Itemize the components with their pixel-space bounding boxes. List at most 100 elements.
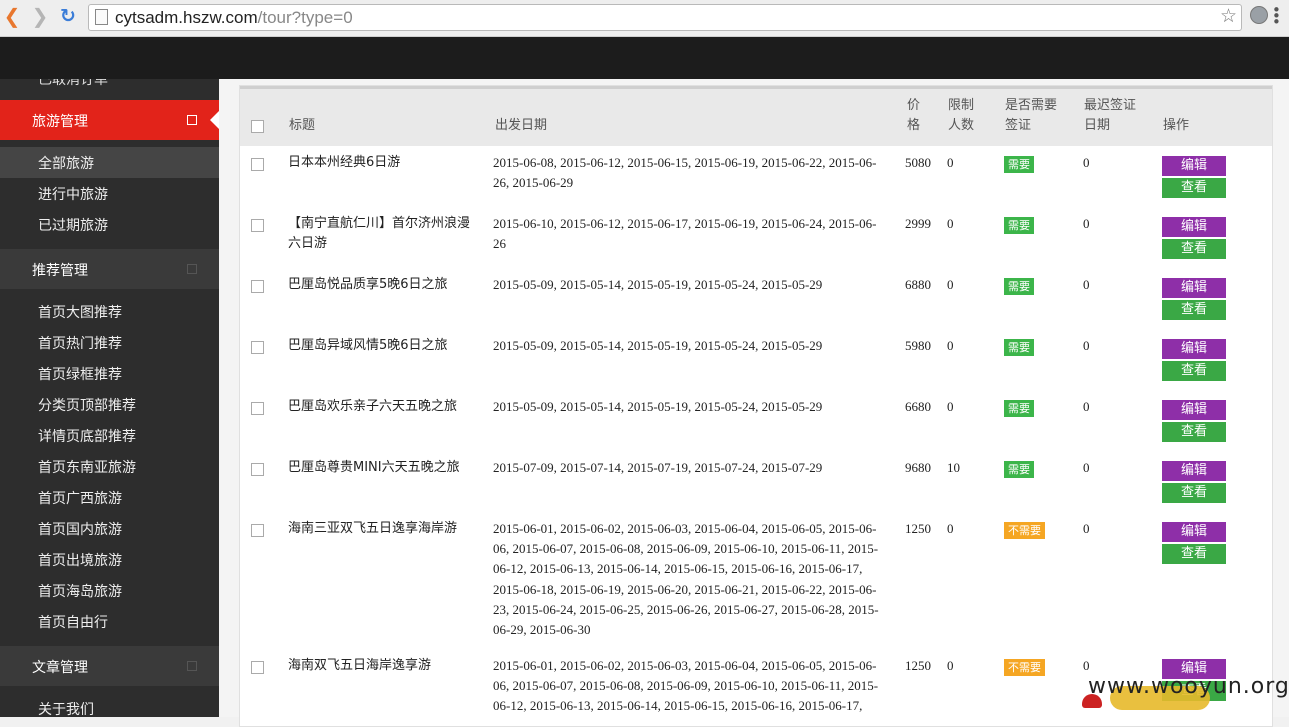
sidebar-item-expired-tours[interactable]: 已过期旅游 bbox=[0, 209, 219, 240]
row-checkbox[interactable] bbox=[251, 219, 264, 232]
sidebar-item-about[interactable]: 关于我们 bbox=[0, 693, 219, 717]
tour-table: 标题 出发日期 价格 限制 人数 是否需要 签证 最迟签证 日期 操作 日本本州经典6… bbox=[239, 85, 1273, 727]
sidebar-item-home-hot[interactable]: 首页热门推荐 bbox=[0, 327, 219, 358]
sidebar-item-home-banner[interactable]: 首页大图推荐 bbox=[0, 296, 219, 327]
row-title: 日本本州经典6日游 bbox=[288, 155, 401, 170]
admin-header-bar bbox=[0, 37, 1289, 79]
table-row: 日本本州经典6日游 2015-06-08, 2015-06-12, 2015-0… bbox=[240, 146, 1272, 208]
row-checkbox[interactable] bbox=[251, 402, 264, 415]
select-all-checkbox[interactable] bbox=[251, 120, 264, 133]
view-button[interactable]: 查看 bbox=[1162, 422, 1226, 442]
reload-icon[interactable]: ↻ bbox=[58, 6, 78, 26]
row-price: 6880 bbox=[905, 277, 931, 292]
row-dates: 2015-06-10, 2015-06-12, 2015-06-17, 2015… bbox=[493, 216, 877, 252]
sidebar-item-home-guangxi[interactable]: 首页广西旅游 bbox=[0, 482, 219, 513]
sidebar-item-home-island[interactable]: 首页海岛旅游 bbox=[0, 575, 219, 606]
sidebar-item-home-sea[interactable]: 首页东南亚旅游 bbox=[0, 451, 219, 482]
edit-button[interactable]: 编辑 bbox=[1162, 339, 1226, 359]
view-button[interactable]: 查看 bbox=[1162, 483, 1226, 503]
row-last-visa-date: 0 bbox=[1083, 216, 1090, 231]
edit-button[interactable]: 编辑 bbox=[1162, 278, 1226, 298]
watermark-text: www.wooyun.org bbox=[1088, 674, 1289, 699]
row-checkbox[interactable] bbox=[251, 661, 264, 674]
row-last-visa-date: 0 bbox=[1083, 460, 1090, 475]
sidebar-item-all-tours[interactable]: 全部旅游 bbox=[0, 147, 219, 178]
row-price: 6680 bbox=[905, 399, 931, 414]
row-checkbox[interactable] bbox=[251, 280, 264, 293]
edit-button[interactable]: 编辑 bbox=[1162, 217, 1226, 237]
sidebar-section-tour[interactable]: 旅游管理 bbox=[0, 100, 219, 140]
sidebar-section-recommend[interactable]: 推荐管理 bbox=[0, 249, 219, 289]
row-last-visa-date: 0 bbox=[1083, 399, 1090, 414]
sidebar-item-cancelled-orders[interactable]: 已取消订单 bbox=[38, 79, 108, 89]
visa-badge: 不需要 bbox=[1004, 522, 1045, 539]
sidebar-item-home-outbound[interactable]: 首页出境旅游 bbox=[0, 544, 219, 575]
row-checkbox[interactable] bbox=[251, 463, 264, 476]
row-title: 【南宁直航仁川】首尔济州浪漫六日游 bbox=[288, 216, 471, 251]
row-limit: 0 bbox=[947, 521, 954, 536]
table-header: 标题 出发日期 价格 限制 人数 是否需要 签证 最迟签证 日期 操作 bbox=[240, 86, 1272, 146]
sidebar-section-label: 文章管理 bbox=[32, 660, 88, 676]
edit-button[interactable]: 编辑 bbox=[1162, 400, 1226, 420]
row-limit: 0 bbox=[947, 277, 954, 292]
main-content: 标题 出发日期 价格 限制 人数 是否需要 签证 最迟签证 日期 操作 日本本州经典6… bbox=[219, 79, 1289, 727]
view-button[interactable]: 查看 bbox=[1162, 178, 1226, 198]
row-limit: 0 bbox=[947, 338, 954, 353]
row-price: 1250 bbox=[905, 521, 931, 536]
header-price: 价格 bbox=[907, 98, 921, 133]
row-price: 2999 bbox=[905, 216, 931, 231]
row-last-visa-date: 0 bbox=[1083, 521, 1090, 536]
row-limit: 10 bbox=[947, 460, 960, 475]
edit-button[interactable]: 编辑 bbox=[1162, 522, 1226, 542]
row-checkbox[interactable] bbox=[251, 158, 264, 171]
sidebar-item-home-green[interactable]: 首页绿框推荐 bbox=[0, 358, 219, 389]
sidebar-section-label: 旅游管理 bbox=[32, 114, 88, 130]
row-price: 9680 bbox=[905, 460, 931, 475]
sidebar-section-label: 推荐管理 bbox=[32, 263, 88, 279]
view-button[interactable]: 查看 bbox=[1162, 300, 1226, 320]
table-row: 巴厘岛悦品质享5晚6日之旅 2015-05-09, 2015-05-14, 20… bbox=[240, 268, 1272, 330]
row-title: 巴厘岛悦品质享5晚6日之旅 bbox=[288, 277, 448, 292]
row-limit: 0 bbox=[947, 216, 954, 231]
row-checkbox[interactable] bbox=[251, 524, 264, 537]
row-checkbox[interactable] bbox=[251, 341, 264, 354]
collapse-square-icon bbox=[187, 115, 197, 125]
page-icon bbox=[95, 9, 108, 25]
header-visa: 是否需要 签证 bbox=[1005, 98, 1058, 133]
visa-badge: 需要 bbox=[1004, 217, 1034, 234]
collapse-square-icon bbox=[187, 661, 197, 671]
row-price: 1250 bbox=[905, 658, 931, 673]
bookmark-star-icon[interactable]: ☆ bbox=[1220, 5, 1237, 27]
menu-icon[interactable]: • • • bbox=[1272, 3, 1281, 30]
row-title: 巴厘岛异域风情5晚6日之旅 bbox=[288, 338, 448, 353]
table-row: 巴厘岛欢乐亲子六天五晚之旅 2015-05-09, 2015-05-14, 20… bbox=[240, 390, 1272, 452]
sidebar-item-category-top[interactable]: 分类页顶部推荐 bbox=[0, 389, 219, 420]
table-row: 巴厘岛异域风情5晚6日之旅 2015-05-09, 2015-05-14, 20… bbox=[240, 329, 1272, 391]
header-last-visa-date: 最迟签证 日期 bbox=[1084, 98, 1137, 133]
forward-arrow-icon[interactable]: ❯ bbox=[30, 6, 50, 26]
sidebar-item-home-domestic[interactable]: 首页国内旅游 bbox=[0, 513, 219, 544]
active-arrow-icon bbox=[210, 110, 219, 130]
sidebar-item-ongoing-tours[interactable]: 进行中旅游 bbox=[0, 178, 219, 209]
row-dates: 2015-06-08, 2015-06-12, 2015-06-15, 2015… bbox=[493, 155, 877, 191]
row-title: 海南三亚双飞五日逸享海岸游 bbox=[288, 521, 458, 536]
browser-toolbar: ❮ ❯ ↻ cytsadm.hszw.com/tour?type=0 ☆ • • • bbox=[0, 0, 1289, 37]
edit-button[interactable]: 编辑 bbox=[1162, 461, 1226, 481]
row-price: 5980 bbox=[905, 338, 931, 353]
header-actions: 操作 bbox=[1163, 118, 1190, 133]
sidebar-section-article[interactable]: 文章管理 bbox=[0, 646, 219, 686]
edit-button[interactable]: 编辑 bbox=[1162, 156, 1226, 176]
view-button[interactable]: 查看 bbox=[1162, 361, 1226, 381]
row-title: 巴厘岛尊贵MINI六天五晚之旅 bbox=[288, 460, 460, 475]
sidebar-item-detail-bottom[interactable]: 详情页底部推荐 bbox=[0, 420, 219, 451]
sidebar-item-home-free[interactable]: 首页自由行 bbox=[0, 606, 219, 637]
globe-icon[interactable] bbox=[1250, 6, 1268, 24]
view-button[interactable]: 查看 bbox=[1162, 239, 1226, 259]
view-button[interactable]: 查看 bbox=[1162, 544, 1226, 564]
row-last-visa-date: 0 bbox=[1083, 338, 1090, 353]
row-last-visa-date: 0 bbox=[1083, 155, 1090, 170]
table-row: 巴厘岛尊贵MINI六天五晚之旅 2015-07-09, 2015-07-14, … bbox=[240, 451, 1272, 513]
back-arrow-icon[interactable]: ❮ bbox=[2, 6, 22, 26]
address-bar[interactable]: cytsadm.hszw.com/tour?type=0 ☆ bbox=[88, 4, 1242, 31]
row-dates: 2015-05-09, 2015-05-14, 2015-05-19, 2015… bbox=[493, 399, 823, 414]
